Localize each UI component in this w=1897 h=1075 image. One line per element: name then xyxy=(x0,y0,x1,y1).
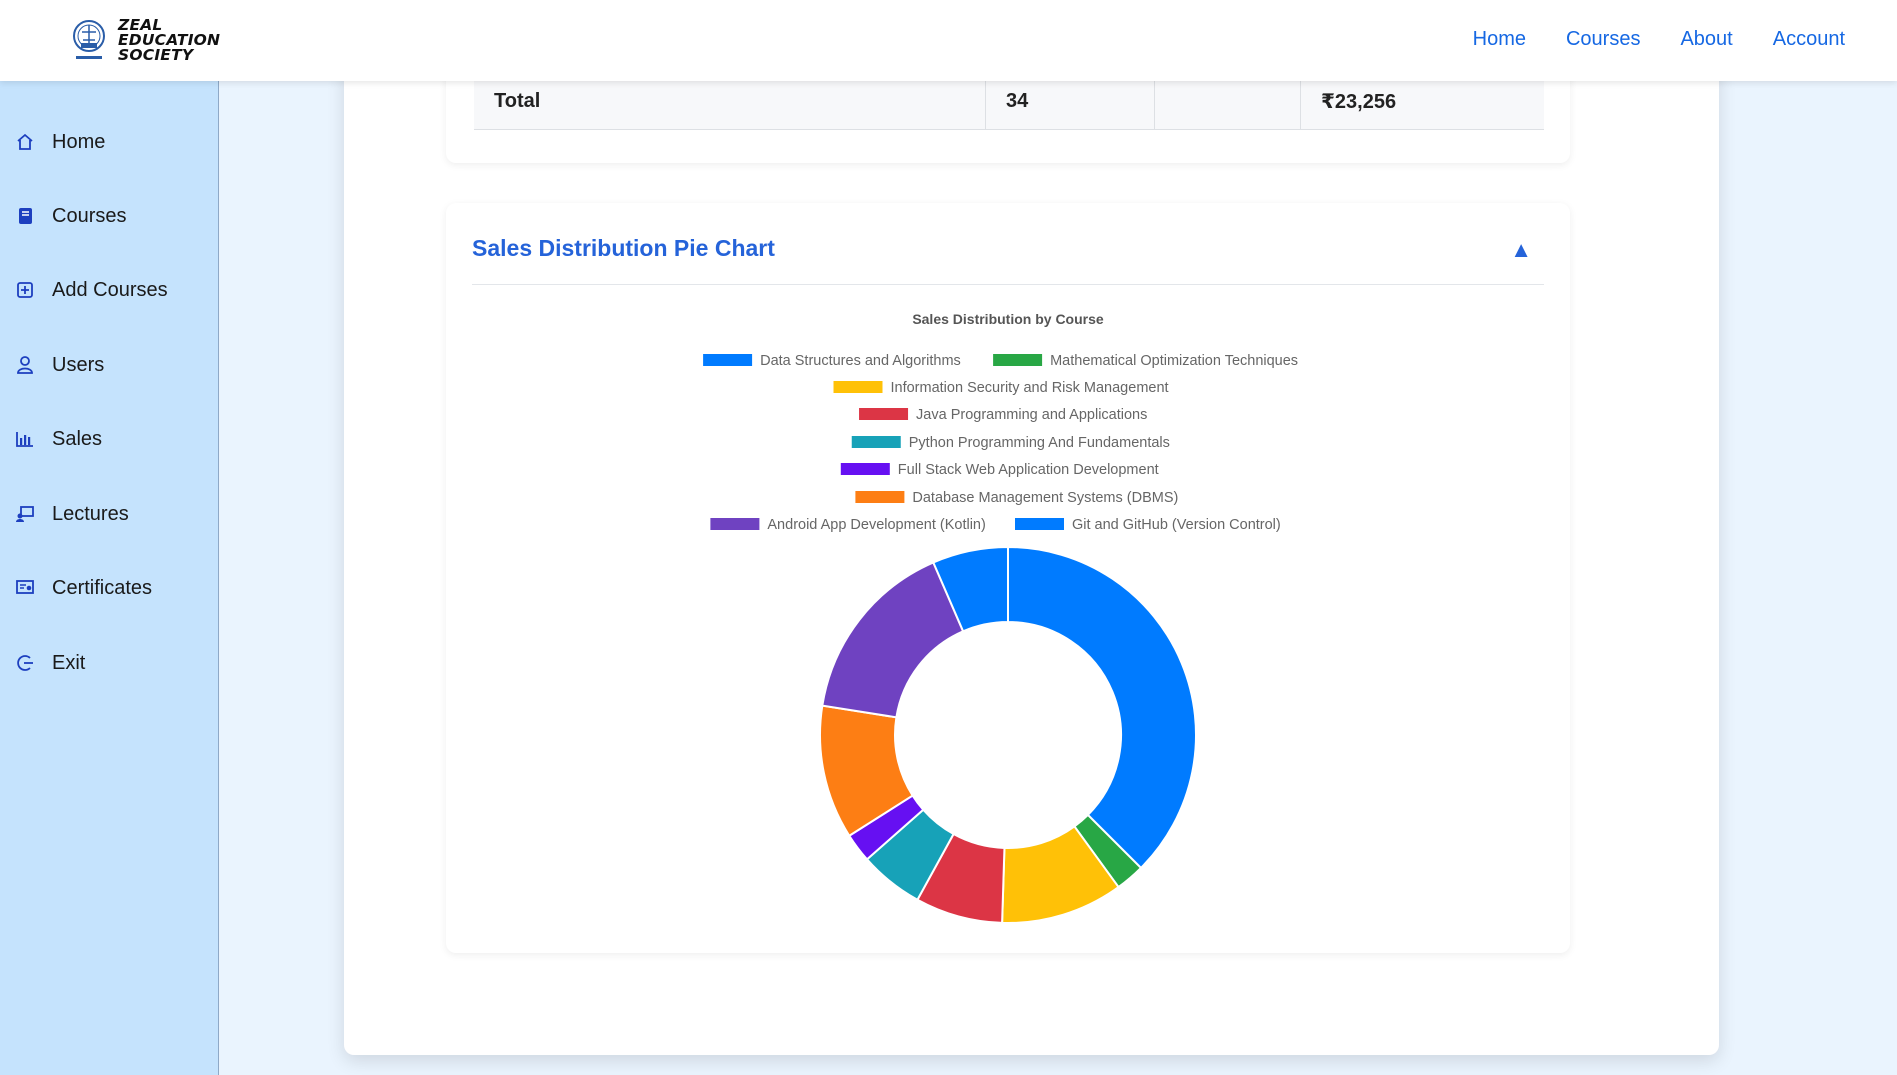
home-icon xyxy=(14,131,36,153)
legend-swatch-python-programming-and-fundamentals[interactable] xyxy=(851,436,901,448)
nav-link-about[interactable]: About xyxy=(1680,28,1732,51)
pie-slice-data-structures-and-algorithms[interactable] xyxy=(1007,545,1197,870)
sidebar-item-label: Sales xyxy=(52,427,103,450)
presentation-icon xyxy=(14,503,36,525)
legend-label-android-app-development-kotlin[interactable]: Android App Development (Kotlin) xyxy=(767,517,985,533)
sidebar-item-home[interactable]: Home xyxy=(14,127,105,157)
sidebar: Home Courses Add Courses Users Sales Lec… xyxy=(0,81,219,1075)
sidebar-item-label: Add Courses xyxy=(52,278,168,301)
brand-logo[interactable]: ZEAL EDUCATION SOCIETY xyxy=(72,16,220,64)
brand-name: ZEAL EDUCATION SOCIETY xyxy=(118,17,220,64)
sidebar-item-label: Exit xyxy=(52,651,86,674)
legend-swatch-git-and-github-version-control[interactable] xyxy=(1015,518,1064,530)
legend-swatch-full-stack-web-application-development[interactable] xyxy=(840,463,890,475)
legend-swatch-java-programming-and-applications[interactable] xyxy=(859,408,909,420)
sidebar-item-label: Certificates xyxy=(52,576,153,599)
exit-icon xyxy=(14,652,36,674)
nav-link-account[interactable]: Account xyxy=(1773,28,1845,51)
sidebar-item-sales[interactable]: Sales xyxy=(14,424,102,454)
legend-swatch-database-management-systems-dbms[interactable] xyxy=(855,491,905,503)
legend-label-python-programming-and-fundamentals[interactable]: Python Programming And Fundamentals xyxy=(909,435,1170,451)
sidebar-item-label: Courses xyxy=(52,204,127,227)
sidebar-item-label: Home xyxy=(52,130,106,153)
chart-card: Sales Distribution Pie Chart ▲ Sales Dis… xyxy=(446,203,1570,953)
legend-label-java-programming-and-applications[interactable]: Java Programming and Applications xyxy=(916,407,1147,423)
sidebar-item-users[interactable]: Users xyxy=(14,350,104,380)
sidebar-item-courses[interactable]: Courses xyxy=(14,201,126,231)
certificate-icon xyxy=(14,577,36,599)
sales-doughnut-chart: Sales Distribution by Course Data Structu… xyxy=(703,311,1298,924)
user-icon xyxy=(14,354,36,376)
nav-link-home[interactable]: Home xyxy=(1473,28,1526,51)
legend-label-information-security-and-risk-management[interactable]: Information Security and Risk Management xyxy=(891,380,1169,396)
sidebar-item-exit[interactable]: Exit xyxy=(14,648,85,678)
add-box-icon xyxy=(14,279,36,301)
legend-label-database-management-systems-dbms[interactable]: Database Management Systems (DBMS) xyxy=(912,490,1178,506)
brand-line-3: SOCIETY xyxy=(118,45,194,64)
top-navbar: ZEAL EDUCATION SOCIETY Home Courses Abou… xyxy=(0,0,1897,81)
chart-title: Sales Distribution by Course xyxy=(912,311,1104,327)
pie-slice-android-app-development-kotlin[interactable] xyxy=(821,561,965,719)
legend-swatch-mathematical-optimization-techniques[interactable] xyxy=(993,354,1043,366)
sidebar-item-certificates[interactable]: Certificates xyxy=(14,573,152,603)
book-icon xyxy=(14,205,36,227)
society-emblem-icon xyxy=(73,20,105,59)
sidebar-item-label: Lectures xyxy=(52,502,129,525)
legend-label-data-structures-and-algorithms[interactable]: Data Structures and Algorithms xyxy=(760,353,961,369)
bar-chart-icon xyxy=(14,428,36,450)
legend-swatch-information-security-and-risk-management[interactable] xyxy=(833,381,883,393)
legend-label-mathematical-optimization-techniques[interactable]: Mathematical Optimization Techniques xyxy=(1050,353,1298,369)
top-nav-links: Home Courses About Account xyxy=(1473,28,1845,51)
legend-label-git-and-github-version-control[interactable]: Git and GitHub (Version Control) xyxy=(1072,517,1281,533)
legend-swatch-android-app-development-kotlin[interactable] xyxy=(710,518,760,530)
nav-link-courses[interactable]: Courses xyxy=(1566,28,1640,51)
sidebar-item-lectures[interactable]: Lectures xyxy=(14,499,129,529)
legend-swatch-data-structures-and-algorithms[interactable] xyxy=(703,354,753,366)
legend-label-full-stack-web-application-development[interactable]: Full Stack Web Application Development xyxy=(898,462,1159,478)
sidebar-item-add-courses[interactable]: Add Courses xyxy=(14,275,168,305)
sidebar-item-label: Users xyxy=(52,353,105,376)
